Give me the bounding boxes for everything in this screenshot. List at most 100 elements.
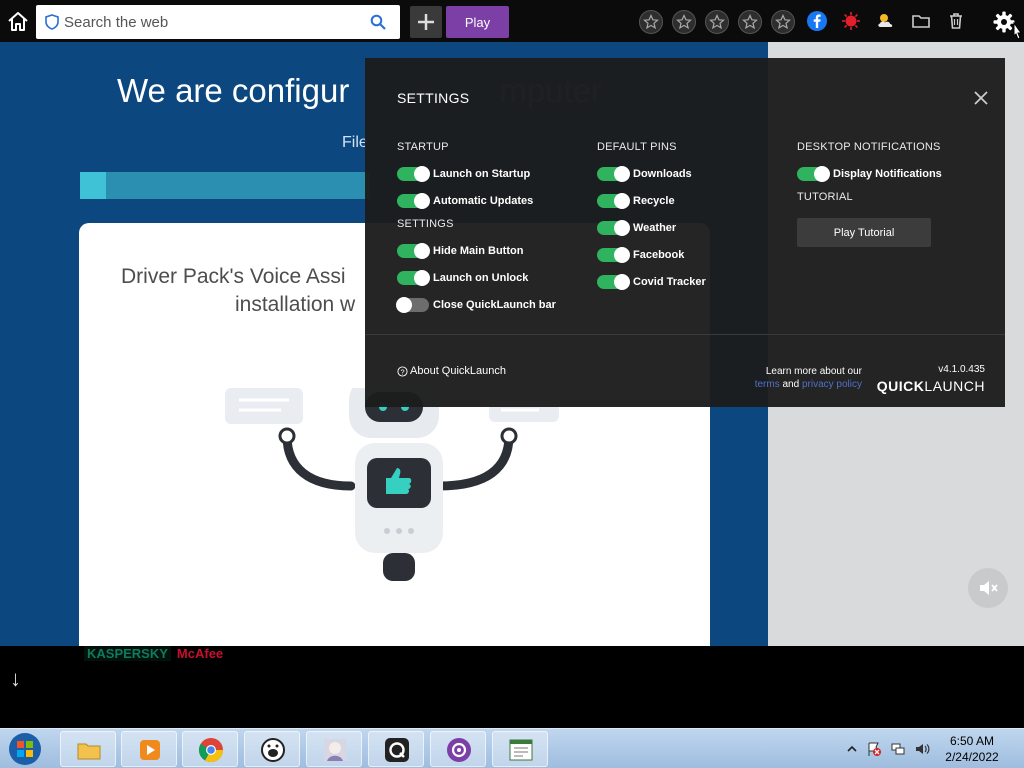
add-pin-button[interactable]: [410, 6, 442, 38]
empty-pin-star-icon[interactable]: [672, 10, 696, 34]
toggle-hide-main-button[interactable]: Hide Main Button: [397, 243, 523, 259]
volume-icon[interactable]: [914, 741, 930, 757]
toggle-switch[interactable]: [397, 166, 430, 182]
toggle-automatic-updates[interactable]: Automatic Updates: [397, 193, 533, 209]
installer-subtitle: File: [342, 134, 368, 151]
terms-link[interactable]: terms: [755, 379, 780, 390]
toggle-label: Automatic Updates: [433, 195, 534, 207]
purple-app-icon: [447, 738, 471, 762]
toggle-close-quicklaunch-bar[interactable]: Close QuickLaunch bar: [396, 297, 556, 313]
clock-time: 6:50 AM: [949, 734, 995, 748]
downloads-folder-icon[interactable]: [910, 10, 932, 32]
toggle-switch[interactable]: [597, 274, 630, 290]
toggle-pin-covid-tracker[interactable]: Covid Tracker: [597, 274, 706, 290]
covid-tracker-icon[interactable]: [840, 10, 862, 32]
recycle-bin-icon[interactable]: [945, 10, 967, 32]
privacy-policy-link[interactable]: privacy policy: [802, 379, 862, 390]
legal-links: Learn more about our terms and privacy p…: [754, 366, 862, 390]
folder-icon: [77, 743, 101, 760]
speaker-mute-icon: [980, 581, 998, 595]
empty-pin-star-icon[interactable]: [738, 10, 762, 34]
quicklaunch-bar: Play: [0, 0, 1024, 42]
toggle-pin-recycle[interactable]: Recycle: [597, 193, 675, 209]
toggle-pin-weather[interactable]: Weather: [597, 220, 676, 236]
play-button[interactable]: Play: [446, 6, 509, 38]
settings-section-title: SETTINGS: [397, 218, 454, 230]
taskbar-app-purple[interactable]: [430, 731, 486, 767]
empty-pin-star-icon[interactable]: [639, 10, 663, 34]
window-app-icon: [509, 739, 533, 761]
toggle-display-notifications[interactable]: Display Notifications: [797, 166, 942, 182]
search-input[interactable]: [64, 5, 364, 39]
install-progress-fill: [80, 172, 107, 199]
character-app-icon: [324, 739, 346, 761]
toggle-switch[interactable]: [597, 247, 630, 263]
network-icon[interactable]: [890, 741, 906, 757]
facebook-icon[interactable]: [806, 10, 828, 32]
empty-pin-star-icon[interactable]: [771, 10, 795, 34]
default-pins-section-title: DEFAULT PINS: [597, 141, 677, 153]
version-label: v4.1.0.435: [938, 364, 985, 375]
taskbar-app-window[interactable]: [492, 731, 548, 767]
settings-divider: [365, 334, 1005, 335]
notifications-section-title: DESKTOP NOTIFICATIONS: [797, 141, 941, 153]
toggle-switch[interactable]: [396, 297, 429, 313]
toggle-label: Close QuickLaunch bar: [433, 299, 556, 311]
taskbar-quicklaunch[interactable]: [368, 731, 424, 767]
tray-expand-icon[interactable]: [844, 741, 860, 757]
toggle-label: Launch on Startup: [433, 168, 531, 180]
help-circle-icon: ?: [397, 365, 408, 377]
toggle-switch[interactable]: [597, 220, 630, 236]
mouse-pointer-icon: [1013, 22, 1022, 40]
about-quicklaunch-link[interactable]: ? About QuickLaunch: [397, 365, 506, 377]
taskbar-app-character[interactable]: [306, 731, 362, 767]
taskbar-file-explorer[interactable]: [60, 731, 116, 767]
robot-illustration: [225, 388, 559, 581]
toggle-pin-facebook[interactable]: Facebook: [597, 247, 684, 263]
windows-logo-icon: [9, 733, 41, 765]
toggle-switch[interactable]: [797, 166, 830, 182]
taskbar-media-player[interactable]: [121, 731, 177, 767]
plus-icon: [418, 14, 434, 30]
down-arrow-icon: ↓: [10, 666, 21, 691]
media-player-icon: [140, 740, 160, 760]
home-icon[interactable]: [6, 10, 30, 34]
action-center-flag-icon[interactable]: [866, 741, 882, 757]
clock-date: 2/24/2022: [945, 750, 999, 764]
taskbar-app-face[interactable]: [244, 731, 300, 767]
toggle-pin-downloads[interactable]: Downloads: [597, 166, 692, 182]
windows-taskbar: 6:50 AM 2/24/2022: [0, 728, 1024, 768]
shield-icon: [44, 14, 60, 30]
svg-text:?: ?: [400, 367, 404, 376]
system-clock[interactable]: 6:50 AM 2/24/2022: [942, 733, 1002, 765]
toggle-label: Launch on Unlock: [433, 272, 529, 284]
toggle-switch[interactable]: [397, 243, 430, 259]
settings-title: SETTINGS: [397, 90, 470, 106]
play-tutorial-button[interactable]: Play Tutorial: [797, 218, 931, 247]
toggle-switch[interactable]: [597, 166, 630, 182]
toggle-launch-on-unlock[interactable]: Launch on Unlock: [397, 270, 528, 286]
install-progress-bar: [80, 172, 370, 199]
search-icon[interactable]: [370, 14, 386, 30]
chrome-icon: [198, 738, 223, 763]
mute-button[interactable]: [968, 568, 1008, 608]
toggle-switch[interactable]: [397, 193, 430, 209]
toggle-label: Recycle: [633, 195, 675, 207]
toggle-switch[interactable]: [397, 270, 430, 286]
empty-pin-star-icon[interactable]: [705, 10, 729, 34]
background-strip: KASPERSKY McAfee ↓: [0, 646, 1024, 728]
toggle-label: Weather: [633, 222, 677, 234]
weather-icon[interactable]: [875, 10, 897, 32]
quicklaunch-logo: QUICKLAUNCH: [876, 378, 985, 394]
toggle-label: Display Notifications: [833, 168, 942, 180]
security-brand-logos: KASPERSKY McAfee: [84, 646, 223, 661]
windows-start-button[interactable]: [6, 731, 44, 767]
tutorial-section-title: TUTORIAL: [797, 191, 853, 203]
toggle-launch-on-startup[interactable]: Launch on Startup: [397, 166, 530, 182]
taskbar-chrome[interactable]: [182, 731, 238, 767]
toggle-switch[interactable]: [597, 193, 630, 209]
close-icon[interactable]: [971, 88, 991, 108]
startup-section-title: STARTUP: [397, 141, 449, 153]
quicklaunch-q-icon: [385, 738, 409, 762]
toggle-label: Covid Tracker: [633, 276, 706, 288]
